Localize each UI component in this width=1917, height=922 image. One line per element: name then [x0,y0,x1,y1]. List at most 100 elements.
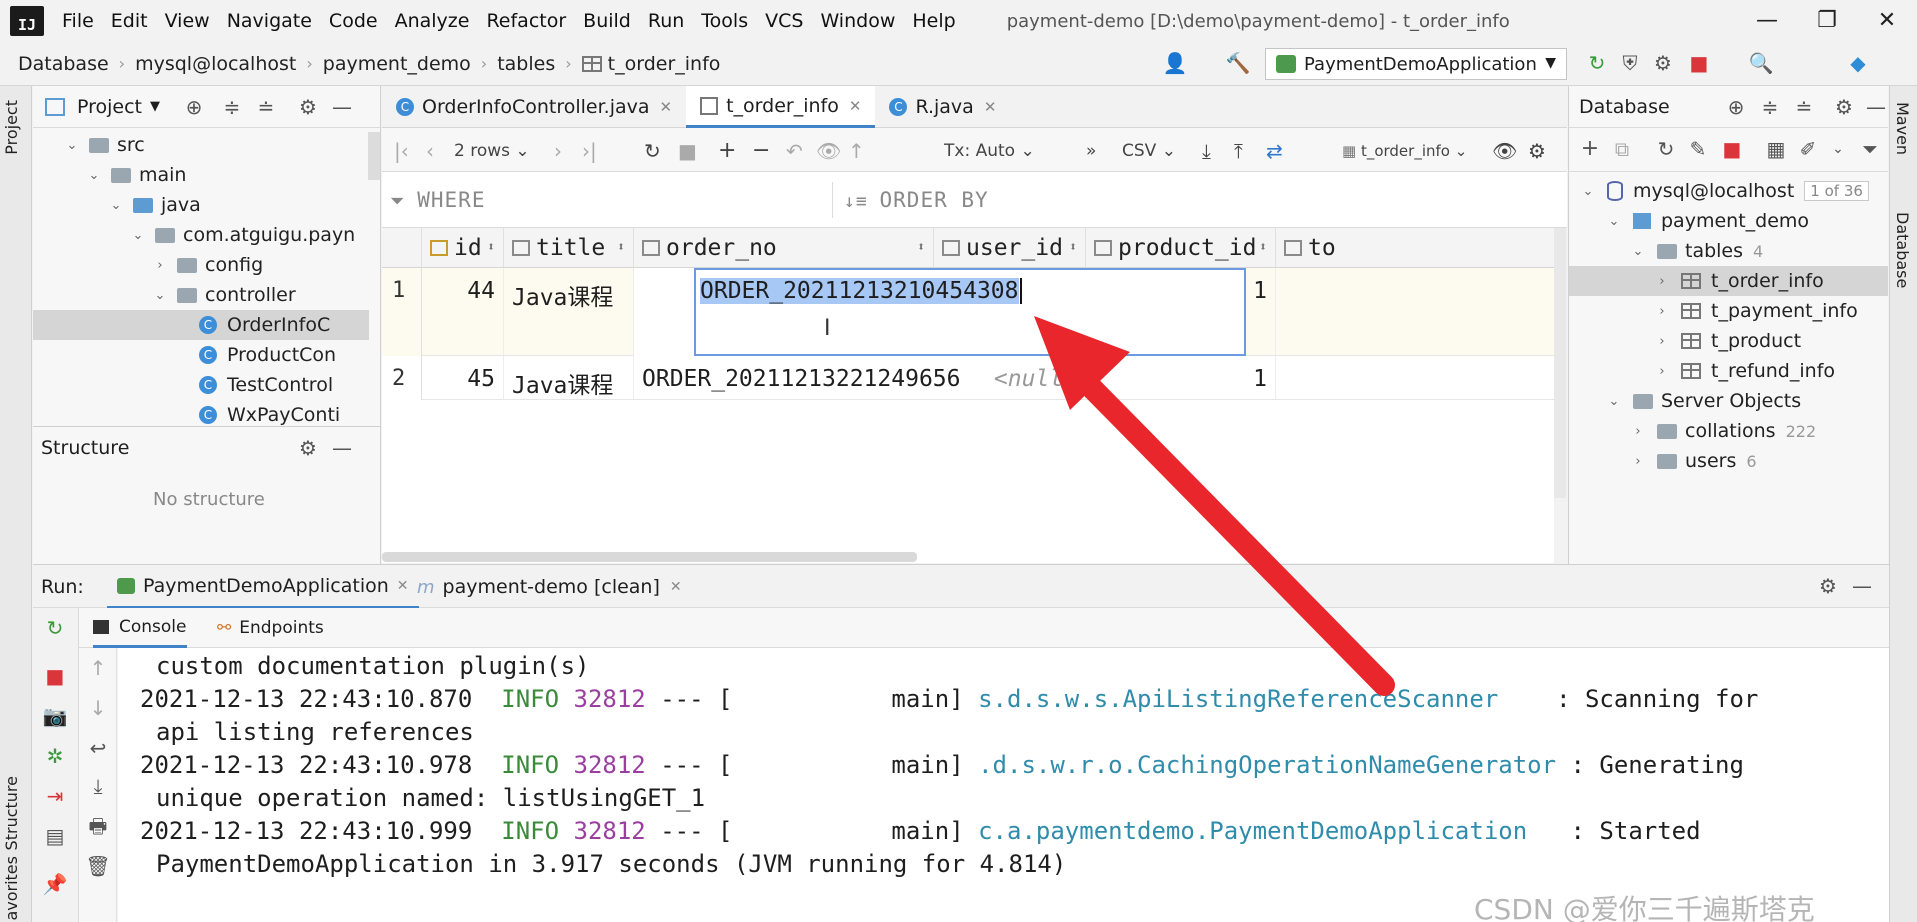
hide-icon[interactable]: — [329,94,355,120]
filter-icon[interactable]: ⏷ [1857,136,1883,162]
locate-icon[interactable]: ⊕ [181,94,207,120]
cell-title[interactable]: Java课程 [504,356,634,400]
cell-order-no[interactable]: ORDER_20211213221249656 [634,356,961,400]
submit-icon[interactable]: ↑ [848,138,865,164]
user-icon[interactable]: 👤 [1162,50,1188,76]
console-tab[interactable]: Console [93,608,187,648]
rerun-icon[interactable]: ↻ [1584,50,1610,76]
column-header-title[interactable]: title ⬍ [504,228,634,268]
tree-item[interactable]: ⌄ src [33,130,369,160]
menu-run[interactable]: Run [648,10,684,32]
table-node[interactable]: › t_product [1569,326,1888,356]
collapse-all-icon[interactable]: ≐ [1791,94,1817,120]
sort-icon[interactable]: ⬍ [487,240,495,255]
cell-to[interactable] [1276,268,1554,356]
last-page-icon[interactable]: ›| [582,138,597,164]
build-hammer-icon[interactable]: 🔨 [1225,50,1251,76]
breadcrumb-tables[interactable]: tables [497,53,555,75]
run-configuration-select[interactable]: PaymentDemoApplication ▼ [1265,48,1567,80]
cell-title[interactable]: Java课程 [504,268,634,356]
order-by-input[interactable]: ↓≡ ORDER BY [844,188,989,212]
menu-tools[interactable]: Tools [701,10,748,32]
expand-all-icon[interactable]: ≑ [219,94,245,120]
chevron-right-icon[interactable]: › [1653,364,1671,379]
transaction-mode-select[interactable]: Tx: Auto ⌄ [944,138,1035,164]
menu-refactor[interactable]: Refactor [486,10,566,32]
gear-icon[interactable]: ⚙ [295,435,321,461]
refresh-icon[interactable]: ↻ [644,138,661,164]
tab-orderinfocontroller[interactable]: C OrderInfoController.java ✕ [382,86,686,128]
gear-icon[interactable]: ⚙ [1815,573,1841,599]
scroll-to-end-icon[interactable]: ⤓ [84,772,112,800]
table-node[interactable]: › t_refund_info [1569,356,1888,386]
grid-vertical-scrollbar[interactable] [1554,228,1566,498]
menu-edit[interactable]: Edit [111,10,148,32]
camera-icon[interactable]: 📷 [41,702,69,730]
copy-icon[interactable]: ⧉ [1609,136,1635,162]
exit-icon[interactable]: ⇥ [41,782,69,810]
add-row-icon[interactable]: + [718,138,736,164]
run-tab-paymentdemoapplication[interactable]: PaymentDemoApplication ✕ [107,565,419,609]
log-logger[interactable]: .d.s.w.r.o.CachingOperationNameGenerator [978,751,1556,779]
sort-icon[interactable]: ⬍ [1069,240,1077,255]
next-page-icon[interactable]: › [554,138,562,164]
menu-build[interactable]: Build [583,10,631,32]
schema-count-badge[interactable]: 1 of 36 [1804,181,1869,201]
structure-tool-tab[interactable]: Structure [2,776,21,850]
import-icon[interactable]: ⤒ [1234,138,1243,164]
menu-vcs[interactable]: VCS [765,10,803,32]
preview-changes-icon[interactable]: 👁 [816,138,841,164]
menu-window[interactable]: Window [820,10,895,32]
project-panel-title[interactable]: Project [77,96,142,118]
chevron-right-icon[interactable]: › [1653,304,1671,319]
column-header-product-id[interactable]: product_id ⬍ [1086,228,1276,268]
chevron-right-icon[interactable]: › [151,258,169,273]
table-selector[interactable]: ▦ t_order_info ⌄ [1342,138,1467,164]
close-icon[interactable]: ✕ [660,98,673,116]
breadcrumb-schema[interactable]: payment_demo [323,53,471,75]
compare-icon[interactable]: ⇄ [1266,138,1283,164]
ide-features-icon[interactable]: ◆ [1845,50,1871,76]
cell-product-id[interactable]: 1 [1086,356,1276,400]
selected-text[interactable]: ORDER_20211213210454308 [700,278,1019,304]
chevron-down-icon[interactable]: ⌄ [1825,136,1851,162]
chevron-down-icon[interactable]: ⌄ [1605,214,1623,229]
more-icon[interactable]: » [1086,138,1096,164]
column-header-id[interactable]: id ⬍ [422,228,504,268]
close-icon[interactable]: ✕ [849,97,862,115]
stop-icon[interactable]: ■ [41,662,69,690]
table-node[interactable]: › t_payment_info [1569,296,1888,326]
pin-icon[interactable]: 📌 [41,870,69,898]
schema-node[interactable]: ⌄ payment_demo [1605,206,1809,236]
favorites-tool-tab[interactable]: avorites [2,856,21,921]
menu-file[interactable]: File [62,10,94,32]
chevron-down-icon[interactable]: ⌄ [63,138,81,153]
chevron-down-icon[interactable]: ⌄ [1629,244,1647,259]
tree-item[interactable]: C OrderInfoC [33,310,369,340]
stop-icon[interactable]: ■ [1719,136,1745,162]
console-output[interactable]: custom documentation plugin(s) 2021-12-13… [118,648,1889,922]
export-format-select[interactable]: CSV ⌄ [1122,138,1176,164]
tab-t-order-info[interactable]: t_order_info ✕ [686,86,876,128]
gear-icon[interactable]: ⚙ [1528,138,1546,164]
users-node[interactable]: › users 6 [1629,446,1756,476]
cell-id[interactable]: 44 [422,268,504,356]
coverage-icon[interactable]: ⛨ [1617,50,1643,76]
delete-row-icon[interactable]: − [752,138,770,164]
restore-button[interactable]: ❐ [1797,0,1857,42]
profiler-icon[interactable]: ⚙ [1650,50,1676,76]
soft-wrap-icon[interactable]: ↩ [84,734,112,762]
column-header-user-id[interactable]: user_id ⬍ [934,228,1086,268]
run-tab-clean[interactable]: m payment-demo [clean] ✕ [417,565,682,609]
menu-view[interactable]: View [165,10,210,32]
refresh-icon[interactable]: ↻ [1653,136,1679,162]
view-icon[interactable]: 👁 [1492,138,1517,164]
maven-tool-tab[interactable]: Maven [1893,102,1912,155]
layout-icon[interactable]: ▤ [41,822,69,850]
menu-navigate[interactable]: Navigate [227,10,312,32]
export-icon[interactable]: ⤓ [1202,138,1211,164]
rows-selector[interactable]: 2 rows ⌄ [454,138,530,164]
gear-icon[interactable]: ⚙ [1831,94,1857,120]
where-filter-input[interactable]: ⏷ WHERE [390,188,485,212]
close-icon[interactable]: ✕ [984,98,997,116]
